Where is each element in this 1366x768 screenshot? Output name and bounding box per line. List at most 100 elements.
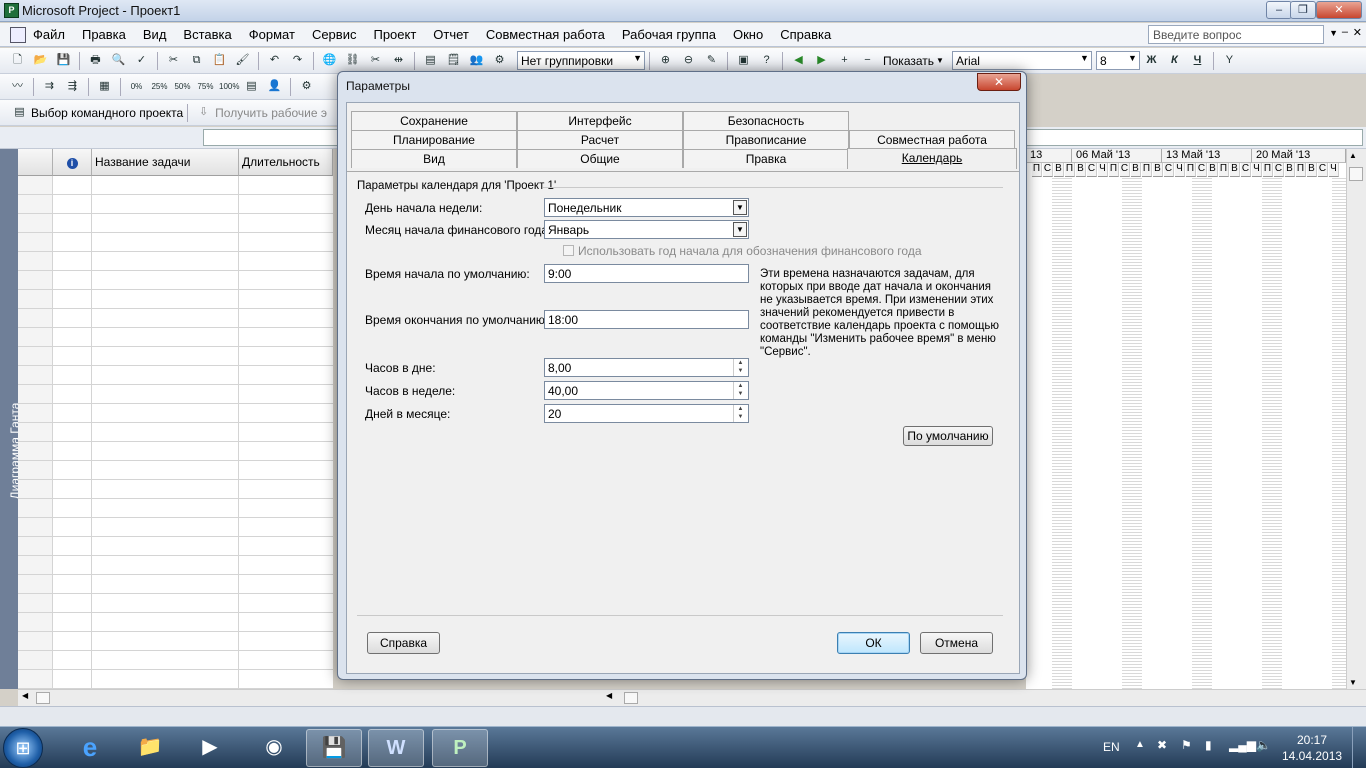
copy-picture-icon[interactable]: ▣ <box>734 52 753 69</box>
print-icon[interactable]: 🖶 <box>86 52 105 69</box>
menu-item-0[interactable]: Файл <box>32 24 66 46</box>
spinner-icon[interactable]: ▲ ▼ <box>733 359 747 376</box>
tab-spelling[interactable]: Правописание <box>683 130 849 149</box>
scroll-thumb[interactable] <box>1349 167 1363 181</box>
new-icon[interactable]: 🗋 <box>8 52 27 69</box>
show-menu-button[interactable]: Показать <box>883 54 934 68</box>
help-button[interactable]: Справка <box>367 632 440 654</box>
chrome-taskbar-icon[interactable]: ◉ <box>246 729 302 767</box>
table-row[interactable] <box>18 556 333 575</box>
team-project-button[interactable]: Выбор командного проекта <box>31 106 183 120</box>
timescale-week[interactable]: 06 Май '13 <box>1072 149 1162 163</box>
gantt-scroll-left-icon[interactable]: ◀ <box>606 691 612 700</box>
flag-icon[interactable]: ⚑ <box>1181 738 1192 752</box>
tab-view[interactable]: Вид <box>351 149 517 168</box>
scroll-down-icon[interactable]: ▼ <box>1349 678 1357 687</box>
zoom-in-icon[interactable]: ⊕ <box>656 52 675 69</box>
cancel-button[interactable]: Отмена <box>920 632 993 654</box>
format-painter-icon[interactable]: 🖌 <box>233 52 252 69</box>
start-button[interactable]: ⊞ <box>3 728 43 768</box>
network-icon[interactable]: ✖ <box>1157 738 1167 752</box>
tab-security[interactable]: Безопасность <box>683 111 849 130</box>
spinner-icon[interactable]: ▲ ▼ <box>733 405 747 422</box>
assign-resources-icon[interactable]: 👥 <box>467 52 486 69</box>
explorer-taskbar-icon[interactable]: 📁 <box>122 729 178 767</box>
clock-date[interactable]: 14.04.2013 <box>1282 749 1342 763</box>
table-row[interactable] <box>18 328 333 347</box>
scroll-left-icon[interactable]: ◀ <box>22 691 28 700</box>
table-row[interactable] <box>18 176 333 195</box>
menu-item-1[interactable]: Правка <box>81 24 127 46</box>
link-tasks-icon[interactable]: ⛓ <box>343 52 362 69</box>
volume-icon[interactable]: 🔈 <box>1256 738 1271 752</box>
help-search-input[interactable]: Введите вопрос <box>1148 25 1324 44</box>
task-grid[interactable]: i Название задачи Длительность <box>18 149 333 689</box>
ok-button[interactable]: ОК <box>837 632 910 654</box>
split-task-icon[interactable]: ⇹ <box>389 52 408 69</box>
table-row[interactable] <box>18 309 333 328</box>
filter-icon[interactable]: Y <box>1220 52 1239 69</box>
chevron-down-icon[interactable]: ▼ <box>733 222 747 237</box>
media-player-taskbar-icon[interactable]: ▶ <box>182 729 238 767</box>
task-notes-icon[interactable]: 🗒 <box>444 52 463 69</box>
timescale-week[interactable]: 20 Май '13 <box>1252 149 1346 163</box>
percent-100-button[interactable]: 100% <box>219 78 239 95</box>
percent-25-button[interactable]: 25% <box>150 78 169 95</box>
table-row[interactable] <box>18 651 333 670</box>
menu-item-2[interactable]: Вид <box>142 24 168 46</box>
menu-item-9[interactable]: Рабочая группа <box>621 24 717 46</box>
indent-icon[interactable]: ▶ <box>812 52 831 69</box>
close-window-button[interactable]: ✕ <box>1316 1 1362 19</box>
table-row[interactable] <box>18 233 333 252</box>
scroll-up-icon[interactable]: ▲ <box>1349 151 1357 160</box>
table-row[interactable] <box>18 632 333 651</box>
spelling-icon[interactable]: ✓ <box>132 52 151 69</box>
language-indicator[interactable]: EN <box>1103 740 1120 754</box>
update-tasks-icon[interactable]: ▤ <box>242 78 261 95</box>
horizontal-scrollbar[interactable]: ◀ ◀ <box>18 689 1366 706</box>
show-desktop-button[interactable] <box>1352 727 1366 768</box>
vertical-scrollbar[interactable]: ▲ ▼ <box>1346 149 1366 689</box>
gantt-scroll-thumb[interactable] <box>624 692 638 704</box>
table-row[interactable] <box>18 461 333 480</box>
grid-scroll-thumb[interactable] <box>36 692 50 704</box>
redo-icon[interactable]: ↷ <box>288 52 307 69</box>
table-row[interactable] <box>18 385 333 404</box>
table-row[interactable] <box>18 423 333 442</box>
tracking-gantt-icon[interactable]: 〰 <box>8 78 27 95</box>
table-row[interactable] <box>18 442 333 461</box>
menu-item-10[interactable]: Окно <box>732 24 764 46</box>
menu-item-8[interactable]: Совместная работа <box>485 24 606 46</box>
fiscal-month-select[interactable]: Январь ▼ <box>544 220 749 239</box>
timescale-week[interactable]: 13 <box>1026 149 1072 163</box>
save-icon[interactable]: 💾 <box>54 52 73 69</box>
workgroup-icon[interactable]: ⚙ <box>297 78 316 95</box>
help-dropdown-icon[interactable]: ▼ <box>1329 28 1338 38</box>
dialog-close-button[interactable]: ✕ <box>977 73 1021 91</box>
save-app-taskbar-icon[interactable]: 💾 <box>306 729 362 767</box>
go-to-task-icon[interactable]: ✎ <box>702 52 721 69</box>
italic-button[interactable]: К <box>1165 52 1184 69</box>
table-row[interactable] <box>18 537 333 556</box>
restore-button[interactable]: ❐ <box>1290 1 1316 19</box>
print-preview-icon[interactable]: 🔍 <box>109 52 128 69</box>
gantt-chart[interactable]: 13 06 Май '13 13 Май '13 20 Май '13 ПСВПВСЧ… <box>1026 149 1346 689</box>
grouping-select[interactable]: Нет группировки ▼ <box>517 51 645 70</box>
minimize-button[interactable]: – <box>1266 1 1292 19</box>
task-name-header[interactable]: Название задачи <box>92 149 239 176</box>
hide-subtasks-icon[interactable]: − <box>858 52 877 69</box>
view-bar[interactable]: Диаграмма Ганта <box>0 149 22 689</box>
font-size-select[interactable]: 8 ▼ <box>1095 51 1140 70</box>
copy-icon[interactable]: ⧉ <box>187 52 206 69</box>
cut-icon[interactable]: ✂ <box>164 52 183 69</box>
tab-calendar[interactable]: Календарь <box>847 148 1017 169</box>
hours-week-input[interactable]: 40,00 ▲ ▼ <box>544 381 749 400</box>
menu-item-6[interactable]: Проект <box>372 24 417 46</box>
table-row[interactable] <box>18 613 333 632</box>
publish-icon[interactable]: ⚙ <box>490 52 509 69</box>
open-icon[interactable]: 📂 <box>31 52 50 69</box>
show-subtasks-icon[interactable]: + <box>835 52 854 69</box>
mdi-minimize-icon[interactable]: – <box>1342 26 1348 38</box>
reschedule-work-icon[interactable]: ⇶ <box>63 78 82 95</box>
tab-schedule[interactable]: Планирование <box>351 130 517 149</box>
